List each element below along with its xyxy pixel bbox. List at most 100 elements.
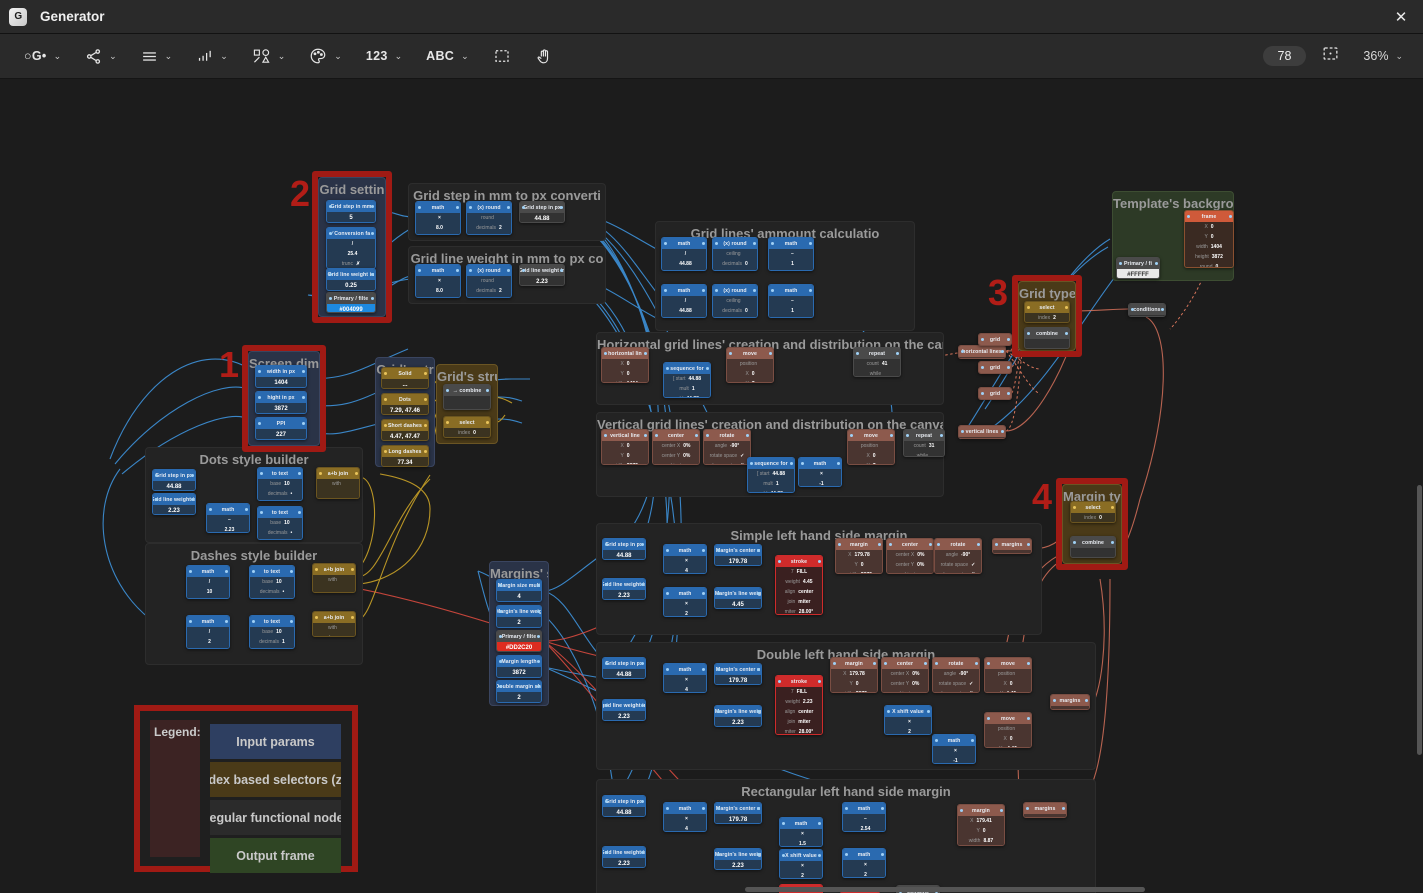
node-param-row[interactable]: base 10	[250, 627, 294, 637]
node-input-port[interactable]	[314, 568, 318, 571]
node-output-port[interactable]	[1110, 541, 1114, 544]
node-input-port[interactable]	[716, 710, 720, 713]
node-value[interactable]: #FFFFF	[1117, 269, 1159, 278]
node-param-row[interactable]: /	[187, 577, 229, 587]
node-output-port[interactable]	[1000, 350, 1004, 353]
node-output-port[interactable]	[694, 434, 698, 437]
node-param-row[interactable]: thousands···	[258, 538, 302, 539]
node-param-row[interactable]: with	[317, 479, 359, 489]
vertical-scrollbar[interactable]	[1417, 485, 1422, 755]
node-param-row[interactable]: 2	[843, 870, 885, 877]
node-double-margin-shift[interactable]: Double margin shi 2	[496, 680, 542, 703]
node-param-row[interactable]: 2	[664, 609, 706, 616]
node-param-row[interactable]: mult 1	[664, 384, 710, 394]
node-output-port[interactable]	[370, 205, 374, 208]
node-h-move[interactable]: movepositionX0Y7move space✓show center✗	[726, 347, 774, 383]
node-param-row[interactable]: value···	[313, 633, 355, 636]
node-input-port[interactable]	[663, 289, 667, 292]
node-r-grid-step-ref[interactable]: Grid step in px 44.88	[602, 795, 646, 817]
node-param-row[interactable]: center Y 0%	[653, 451, 699, 461]
node-value[interactable]: 44.88	[153, 481, 195, 490]
node-input-port[interactable]	[777, 560, 781, 563]
node-s-weight-ref[interactable]: Grid line weight in 2.23	[602, 578, 646, 600]
node-param-row[interactable]: position	[985, 724, 1031, 734]
node-param-row[interactable]: −	[843, 814, 885, 824]
node-value[interactable]: 227	[256, 429, 306, 439]
node-v-lines-div-math[interactable]: math / 44.88 trunc✗	[661, 284, 707, 318]
node-input-port[interactable]	[498, 635, 502, 638]
node-dashes-to-text-2[interactable]: to textbase10decimals1thousands···	[249, 615, 295, 649]
node-input-port[interactable]	[328, 205, 332, 208]
node-input-port[interactable]	[1072, 541, 1076, 544]
node-output-port[interactable]	[350, 616, 354, 619]
node-input-port[interactable]	[781, 854, 785, 857]
node-grid-line-weight-input[interactable]: Grid line weight in 0.25	[326, 268, 376, 291]
node-param-row[interactable]: X0	[727, 369, 773, 379]
node-grid-conditions[interactable]: conditions	[1128, 303, 1166, 317]
node-short-dashes-style-input[interactable]: Short dashes 4.47, 47.47	[381, 419, 429, 441]
node-v-sequence-for[interactable]: sequence for[ start44.88mult1add44.88] e…	[747, 457, 795, 493]
node-param-row[interactable]: Y0	[602, 369, 648, 379]
node-input-port[interactable]	[604, 800, 608, 803]
node-margin-line-weight-input[interactable]: Margin's line weig 2	[496, 605, 542, 628]
node-param-row[interactable]: ×	[933, 746, 975, 756]
node-output-port[interactable]	[1064, 332, 1068, 335]
node-input-port[interactable]	[604, 851, 608, 854]
node-s-math-2[interactable]: math×2trunc✗	[663, 587, 707, 617]
node-value[interactable]: 44.88	[603, 550, 645, 559]
node-output-port[interactable]	[643, 352, 647, 355]
node-input-port[interactable]	[445, 421, 449, 424]
node-dots-join[interactable]: a+b join with	[316, 467, 360, 499]
node-param-row[interactable]: X0	[602, 441, 648, 451]
node-output-port[interactable]	[640, 851, 644, 854]
node-input-port[interactable]	[498, 685, 502, 688]
node-vertical-lines-out[interactable]: vertical lines	[958, 425, 1006, 439]
node-input-port[interactable]	[716, 592, 720, 595]
node-param-row[interactable]: Y0	[831, 679, 877, 689]
node-d-rotate[interactable]: rotateangle-90°rotate space✓show center✗	[932, 657, 980, 693]
node-input-port[interactable]	[1052, 699, 1056, 702]
node-output-port[interactable]	[970, 739, 974, 742]
node-value[interactable]: 1404	[256, 377, 306, 387]
node-output-port[interactable]	[536, 685, 540, 688]
node-output-port[interactable]	[752, 289, 756, 292]
node-output-port[interactable]	[999, 809, 1003, 812]
node-input-port[interactable]	[934, 662, 938, 665]
node-value[interactable]: 2.23	[603, 711, 645, 720]
node-output-port[interactable]	[701, 242, 705, 245]
node-param-row[interactable]: width3872	[602, 461, 648, 464]
node-output-port[interactable]	[926, 710, 930, 713]
node-param-row[interactable]: width3872	[831, 689, 877, 692]
node-input-port[interactable]	[883, 662, 887, 665]
node-output-port[interactable]	[423, 424, 427, 427]
node-input-port[interactable]	[188, 620, 192, 623]
node-param-row[interactable]: 2.23	[207, 525, 249, 532]
node-param-row[interactable]: index 0	[1071, 513, 1115, 522]
node-param-row[interactable]: X0	[985, 679, 1031, 689]
node-input-port[interactable]	[1026, 306, 1030, 309]
node-input-port[interactable]	[328, 297, 332, 300]
node-param-row[interactable]: X 179.78	[831, 669, 877, 679]
node-param-row[interactable]: count 31	[904, 441, 944, 451]
node-param-row[interactable]: 8.0	[416, 223, 460, 233]
node-d-math-2[interactable]: math×-1trunc✗	[932, 734, 976, 764]
node-r-math-4[interactable]: math×2trunc✗	[842, 848, 886, 878]
node-param-row[interactable]: trunc✗	[416, 233, 460, 234]
node-param-row[interactable]: [ start 44.88	[664, 374, 710, 384]
node-param-row[interactable]: 25.4	[327, 249, 375, 259]
node-input-port[interactable]	[154, 498, 158, 501]
node-output-port[interactable]	[1061, 807, 1065, 810]
node-input-port[interactable]	[705, 434, 709, 437]
node-param-row[interactable]: while	[904, 451, 944, 456]
node-output-port[interactable]	[536, 610, 540, 613]
node-dashes-to-text-1[interactable]: to textbase10decimals•thousands···	[249, 565, 295, 599]
node-dashes-join[interactable]: a+b join with	[312, 563, 356, 593]
node-width-in-px-input[interactable]: width in px 1404	[255, 365, 307, 388]
node-v-lines-sub-math[interactable]: math − 1 trunc✗	[768, 284, 814, 318]
node-r-weight-ref[interactable]: Grid line weight in 2.23	[602, 846, 646, 868]
node-output-port[interactable]	[297, 511, 301, 514]
node-param-row[interactable]: value32	[713, 316, 757, 317]
node-grid-type-combine[interactable]: combine	[1024, 327, 1070, 349]
node-value[interactable]: 2.23	[153, 505, 195, 514]
node-input-port[interactable]	[604, 704, 608, 707]
